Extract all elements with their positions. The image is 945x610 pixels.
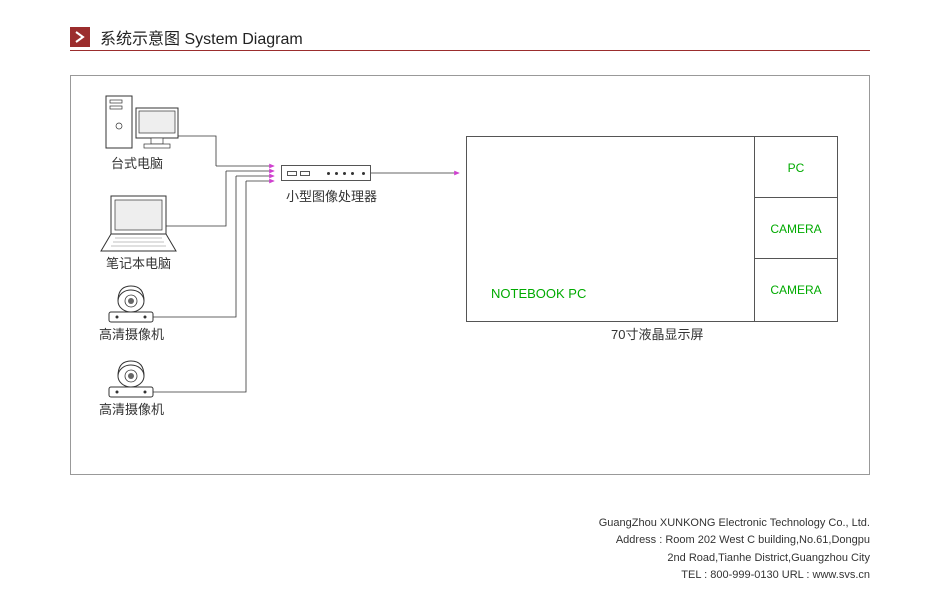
footer-address2: 2nd Road,Tianhe District,Guangzhou City	[599, 550, 870, 568]
diagram-frame: 台式电脑 笔记本电脑 高清摄像机 高清摄像机 小型图像处理器 NOTEBOOK …	[70, 75, 870, 475]
footer-company: GuangZhou XUNKONG Electronic Technology …	[599, 515, 870, 533]
notebook-label: 笔记本电脑	[106, 253, 171, 272]
desktop-pc-icon	[106, 96, 178, 148]
display-panel: NOTEBOOK PC PC CAMERA CAMERA	[466, 136, 836, 321]
title-bar: 系统示意图 System Diagram	[70, 25, 303, 49]
display-cell-camera2: CAMERA	[754, 258, 838, 322]
page-title: 系统示意图 System Diagram	[100, 25, 303, 49]
footer: GuangZhou XUNKONG Electronic Technology …	[599, 515, 870, 585]
processor-box	[281, 165, 371, 181]
display-main-label: NOTEBOOK PC	[491, 286, 586, 301]
arrow-right-icon	[70, 27, 90, 47]
wires-to-processor	[216, 166, 274, 181]
desktop-label: 台式电脑	[111, 153, 163, 172]
title-underline	[70, 50, 870, 51]
footer-contact: TEL : 800-999-0130 URL : www.svs.cn	[599, 567, 870, 585]
camera1-label: 高清摄像机	[99, 324, 164, 343]
display-cell-camera1: CAMERA	[754, 197, 838, 260]
processor-label: 小型图像处理器	[286, 186, 377, 205]
camera2-label: 高清摄像机	[99, 399, 164, 418]
display-caption: 70寸液晶显示屏	[611, 324, 703, 343]
notebook-icon	[101, 196, 176, 251]
camera1-icon	[109, 286, 153, 322]
camera2-icon	[109, 361, 153, 397]
display-cell-pc: PC	[754, 136, 838, 199]
display-main-cell: NOTEBOOK PC	[466, 136, 756, 322]
footer-address1: Address : Room 202 West C building,No.61…	[599, 532, 870, 550]
